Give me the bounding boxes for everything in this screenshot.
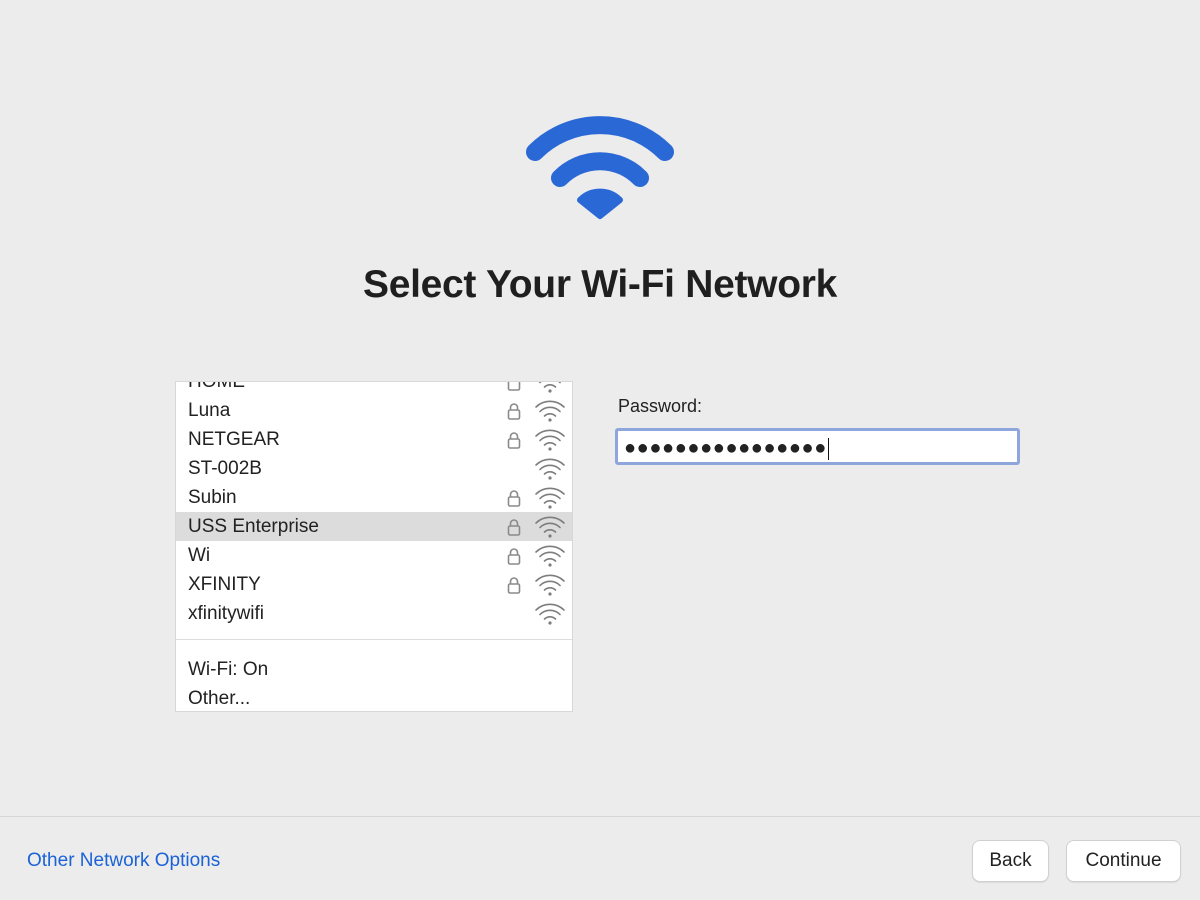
other-network-item[interactable]: Other...	[176, 684, 572, 711]
network-list[interactable]: HOME Luna NETGEAR ST-002B Subin USS Enterpris…	[175, 381, 573, 712]
wifi-signal-icon	[535, 458, 565, 480]
wifi-signal-icon	[535, 516, 565, 538]
lock-icon	[507, 432, 521, 449]
network-name: USS Enterprise	[188, 516, 319, 537]
network-name: XFINITY	[188, 574, 261, 595]
lock-icon	[507, 382, 521, 391]
network-row[interactable]: USS Enterprise	[176, 512, 572, 541]
text-caret	[827, 437, 830, 460]
back-button[interactable]: Back	[972, 840, 1049, 882]
network-name: ST-002B	[188, 458, 262, 479]
password-label: Password:	[618, 396, 703, 416]
network-row[interactable]: XFINITY	[176, 570, 572, 599]
list-divider	[176, 639, 572, 640]
wifi-status-item[interactable]: Wi-Fi: On	[176, 655, 572, 684]
wifi-hero-icon	[526, 116, 674, 219]
wifi-signal-icon	[535, 603, 565, 625]
continue-button[interactable]: Continue	[1066, 840, 1181, 882]
password-field[interactable]: ●●●●●●●●●●●●●●●●	[615, 428, 1020, 465]
wifi-signal-icon	[535, 574, 565, 596]
network-name: xfinitywifi	[188, 603, 265, 624]
network-row[interactable]: Subin	[176, 483, 572, 512]
other-network-options-link[interactable]: Other Network Options	[27, 850, 220, 872]
password-masked-value: ●●●●●●●●●●●●●●●●	[624, 436, 830, 460]
network-row[interactable]: xfinitywifi	[176, 599, 572, 628]
wifi-signal-icon	[535, 429, 565, 451]
wifi-signal-icon	[539, 382, 561, 393]
network-row[interactable]: Wi	[176, 541, 572, 570]
network-name: HOME	[188, 381, 245, 392]
bottom-divider	[0, 816, 1200, 817]
network-row[interactable]: NETGEAR	[176, 425, 572, 454]
list-footer: Wi-Fi: On Other...	[176, 655, 572, 711]
network-row[interactable]: ST-002B	[176, 454, 572, 483]
lock-icon	[507, 548, 521, 565]
network-row[interactable]: HOME	[176, 381, 572, 396]
network-name: Luna	[188, 400, 231, 421]
network-row[interactable]: Luna	[176, 396, 572, 425]
lock-icon	[507, 490, 521, 507]
wifi-signal-icon	[535, 545, 565, 567]
network-rows: HOME Luna NETGEAR ST-002B Subin USS Enterpris…	[176, 381, 572, 628]
lock-icon	[507, 403, 521, 420]
network-name: NETGEAR	[188, 429, 280, 450]
wifi-signal-icon	[535, 487, 565, 509]
wifi-signal-icon	[535, 400, 565, 422]
network-name: Wi	[188, 545, 211, 566]
lock-icon	[507, 577, 521, 594]
lock-icon	[507, 519, 521, 536]
network-name: Subin	[188, 487, 237, 508]
page-title: Select Your Wi-Fi Network	[363, 263, 837, 306]
